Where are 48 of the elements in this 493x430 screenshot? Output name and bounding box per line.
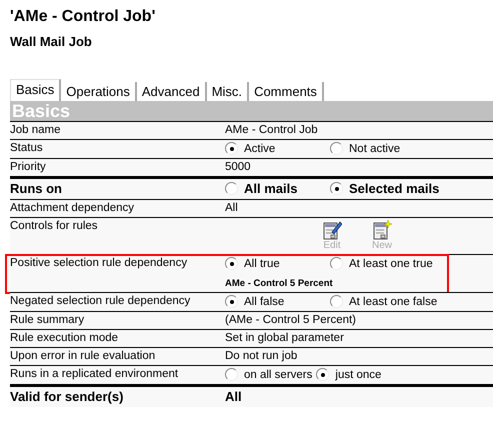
field-value: Do not run job bbox=[225, 350, 298, 362]
field-value: All bbox=[225, 389, 243, 404]
field-label: Controls for rules bbox=[10, 220, 99, 234]
field-label: Upon error in rule evaluation bbox=[10, 350, 156, 362]
field-label: Runs in a replicated environment bbox=[10, 368, 180, 381]
radio-label: just once bbox=[335, 368, 382, 380]
radio-label: Not active bbox=[349, 142, 400, 154]
radio-button[interactable] bbox=[330, 182, 343, 195]
radio-button[interactable] bbox=[225, 295, 238, 308]
radio-label: All false bbox=[244, 296, 284, 308]
field-value: 5000 bbox=[225, 161, 252, 173]
radio-label: on all servers bbox=[244, 368, 312, 380]
field-value: AMe - Control Job bbox=[225, 124, 319, 136]
rule-name: AMe - Control 5 Percent bbox=[225, 278, 334, 289]
field-label: Status bbox=[10, 142, 44, 155]
radio-button[interactable] bbox=[225, 368, 238, 381]
field-label: Valid for sender(s) bbox=[10, 389, 124, 404]
field-value: Set in global parameter bbox=[225, 332, 345, 344]
field-value: (AMe - Control 5 Percent) bbox=[225, 314, 358, 326]
field-label: Job name bbox=[10, 124, 62, 136]
radio-label: All mails bbox=[244, 181, 298, 196]
field-label: Priority bbox=[10, 161, 47, 173]
field-label: Negated selection rule dependency bbox=[10, 295, 192, 308]
radio-label: Active bbox=[244, 142, 276, 154]
field-value: All bbox=[225, 202, 239, 214]
field-label: Rule summary bbox=[10, 314, 86, 326]
field-label: Rule execution mode bbox=[10, 332, 120, 344]
field-label: Runs on bbox=[10, 181, 63, 196]
radio-label: All true bbox=[244, 258, 280, 270]
notepad-star-icon bbox=[372, 220, 392, 240]
tab[interactable]: Misc. bbox=[206, 82, 250, 101]
radio-label: At least one false bbox=[349, 296, 438, 308]
radio-button[interactable] bbox=[225, 257, 238, 270]
field-label: Positive selection rule dependency bbox=[10, 257, 188, 271]
field-label: Attachment dependency bbox=[10, 202, 136, 214]
page-subtitle: Wall Mail Job bbox=[10, 34, 93, 49]
radio-label: Selected mails bbox=[349, 181, 440, 196]
section-header: Basics bbox=[10, 101, 493, 121]
radio-button[interactable] bbox=[330, 142, 343, 155]
radio-label: At least one true bbox=[349, 258, 433, 270]
page-title: 'AMe - Control Job' bbox=[10, 8, 156, 26]
radio-button[interactable] bbox=[225, 142, 238, 155]
radio-button[interactable] bbox=[330, 295, 343, 308]
notepad-pencil-icon bbox=[322, 220, 342, 240]
radio-button[interactable] bbox=[316, 368, 330, 381]
tab[interactable]: Basics bbox=[10, 79, 62, 101]
radio-button[interactable] bbox=[330, 257, 343, 270]
radio-button[interactable] bbox=[225, 182, 238, 195]
